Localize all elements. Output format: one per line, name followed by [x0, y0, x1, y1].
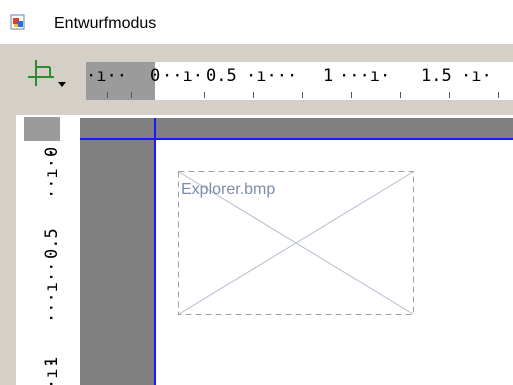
ruler-h-label: 0 [150, 66, 161, 86]
ruler-h-minor-marks: ···ı· [339, 66, 391, 86]
ruler-v-minor-marks: ···ı·· [42, 261, 60, 323]
ruler-tick [253, 92, 254, 98]
ruler-v-minor-marks: ·ı· [42, 358, 60, 385]
margin-guide-horizontal[interactable] [80, 138, 513, 140]
ruler-tick [204, 92, 205, 98]
ruler-v-minor-marks: ··ı·· [42, 147, 60, 199]
ruler-h-minor-marks: ·ı·· [86, 66, 127, 86]
ruler-tick [449, 92, 450, 98]
vertical-ruler: 0 ··ı·· 0.5 ···ı·· 1 ·ı· [24, 117, 60, 385]
ruler-tick [131, 92, 132, 98]
ruler-tick [351, 92, 352, 98]
ruler-tick [302, 92, 303, 98]
snap-origin-button[interactable] [24, 56, 74, 94]
ruler-h-minor-marks: ··ı· [162, 66, 203, 86]
image-placeholder-label: Explorer.bmp [181, 181, 276, 198]
margin-guide-vertical[interactable] [154, 118, 156, 385]
ruler-tick [498, 92, 499, 98]
ruler-h-minor-marks: ·ı· [461, 66, 492, 86]
ruler-h-minor-marks: ·ı··· [246, 66, 298, 86]
ruler-margin-area [24, 117, 60, 141]
left-panel-strip [0, 44, 16, 385]
app-document-icon [10, 14, 25, 30]
title-bar: Entwurfmodus [0, 0, 513, 44]
window-title: Entwurfmodus [54, 15, 157, 32]
crop-anchor-icon [28, 60, 54, 86]
ruler-h-label: 1 [323, 66, 334, 86]
ruler-tick [400, 92, 401, 98]
ruler-v-label: 0.5 [42, 228, 60, 259]
chevron-down-icon[interactable] [58, 82, 66, 87]
ruler-h-label: 0.5 [206, 66, 237, 86]
ruler-tick [107, 92, 108, 98]
horizontal-ruler: ·ı·· 0 ··ı· 0.5 ·ı··· 1 ···ı· 1.5 ·ı· [86, 62, 513, 100]
ruler-h-label: 1.5 [421, 66, 452, 86]
